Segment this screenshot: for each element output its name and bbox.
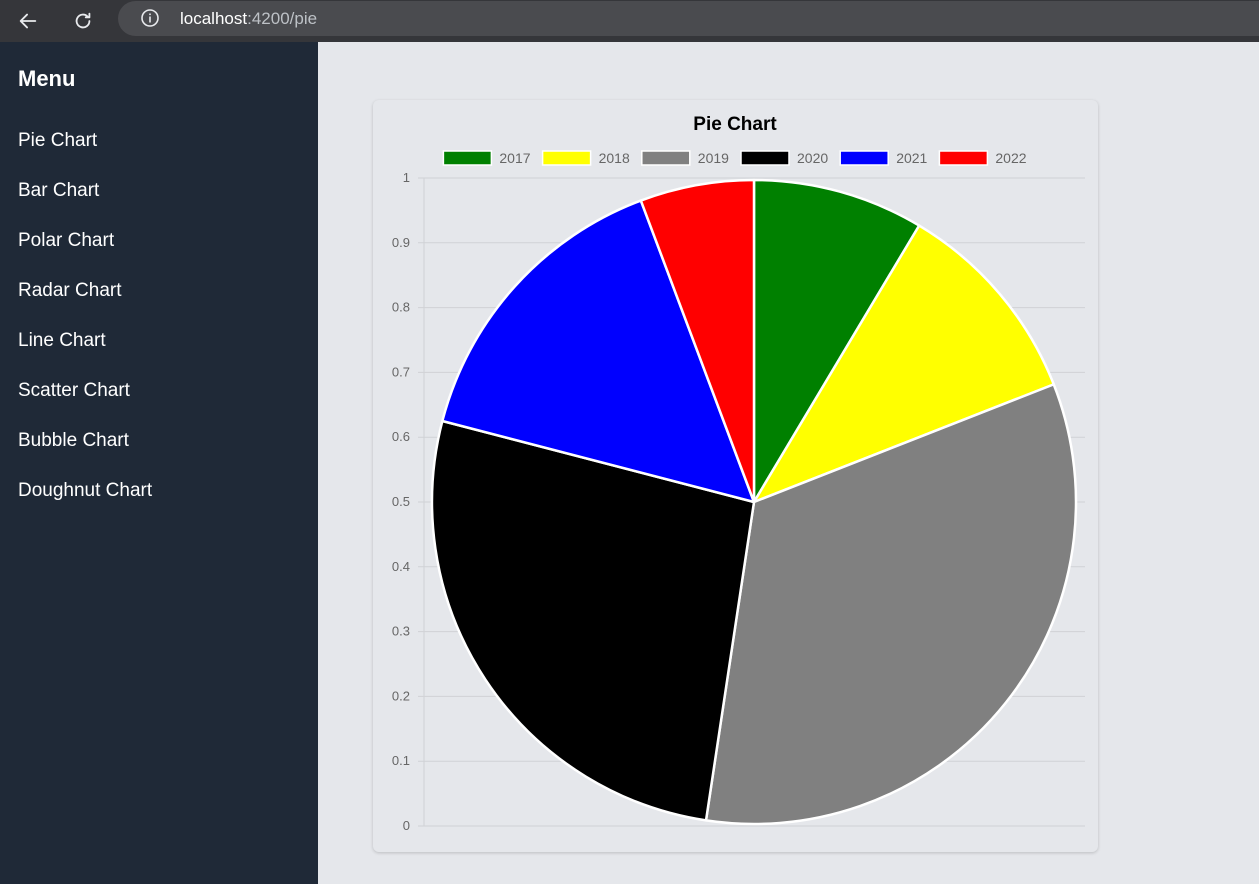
legend-swatch-2020[interactable] [740,150,790,166]
sidebar-item-polar-chart[interactable]: Polar Chart [18,230,114,252]
legend-label-2018[interactable]: 2018 [599,150,630,166]
legend-label-2021[interactable]: 2021 [896,150,927,166]
menu-title: Menu [18,66,76,91]
url-host: localhost [180,9,248,28]
sidebar-item-bar-chart[interactable]: Bar Chart [18,180,99,202]
y-tick-label: 0.7 [392,364,410,379]
y-tick-label: 0.3 [392,624,410,639]
reload-button[interactable] [67,5,99,37]
chart-title: Pie Chart [693,114,777,135]
y-tick-label: 0.9 [392,235,410,250]
back-button[interactable] [12,5,44,37]
legend-swatch-2022[interactable] [938,150,989,166]
address-bar[interactable]: localhost:4200/pie [118,1,1259,36]
y-tick-label: 0.4 [392,559,410,574]
legend-label-2022[interactable]: 2022 [995,150,1026,166]
url-path: :4200/pie [247,9,318,28]
sidebar-item-scatter-chart[interactable]: Scatter Chart [18,380,130,402]
chart-card: Pie Chart 2017 2018 2019 2020 2021 2022 1 0.9 0.8… [373,100,1098,852]
legend-swatch-2019[interactable] [641,150,691,166]
legend-swatch-2017[interactable] [442,150,493,166]
url-text[interactable]: localhost:4200/pie [180,9,317,29]
sidebar-item-radar-chart[interactable]: Radar Chart [18,280,122,302]
y-tick-label: 0.8 [392,300,410,315]
legend-swatch-2021[interactable] [839,150,889,166]
y-tick-label: 0.6 [392,429,410,444]
browser-toolbar: localhost:4200/pie [0,0,1259,42]
sidebar-item-line-chart[interactable]: Line Chart [18,330,106,352]
legend-label-2020[interactable]: 2020 [797,150,828,166]
y-tick-label: 0.2 [392,688,410,703]
legend-label-2019[interactable]: 2019 [698,150,729,166]
y-tick-label: 0.5 [392,494,410,509]
reload-icon [75,12,91,29]
info-circle-icon[interactable] [140,8,160,28]
legend-label-2017[interactable]: 2017 [499,150,530,166]
sidebar-item-doughnut-chart[interactable]: Doughnut Chart [18,480,152,502]
y-tick-label: 1 [403,170,410,185]
y-tick-label: 0.1 [392,753,410,768]
sidebar: Menu Pie Chart Bar Chart Polar Chart Rad… [0,42,318,884]
legend-swatch-2018[interactable] [541,150,592,166]
sidebar-item-pie-chart[interactable]: Pie Chart [18,130,97,152]
arrow-left-icon [19,13,37,29]
y-tick-label: 0 [403,818,410,833]
pie-chart[interactable]: Pie Chart 2017 2018 2019 2020 2021 2022 1 0.9 0.8… [373,100,1098,852]
sidebar-item-bubble-chart[interactable]: Bubble Chart [18,430,129,452]
